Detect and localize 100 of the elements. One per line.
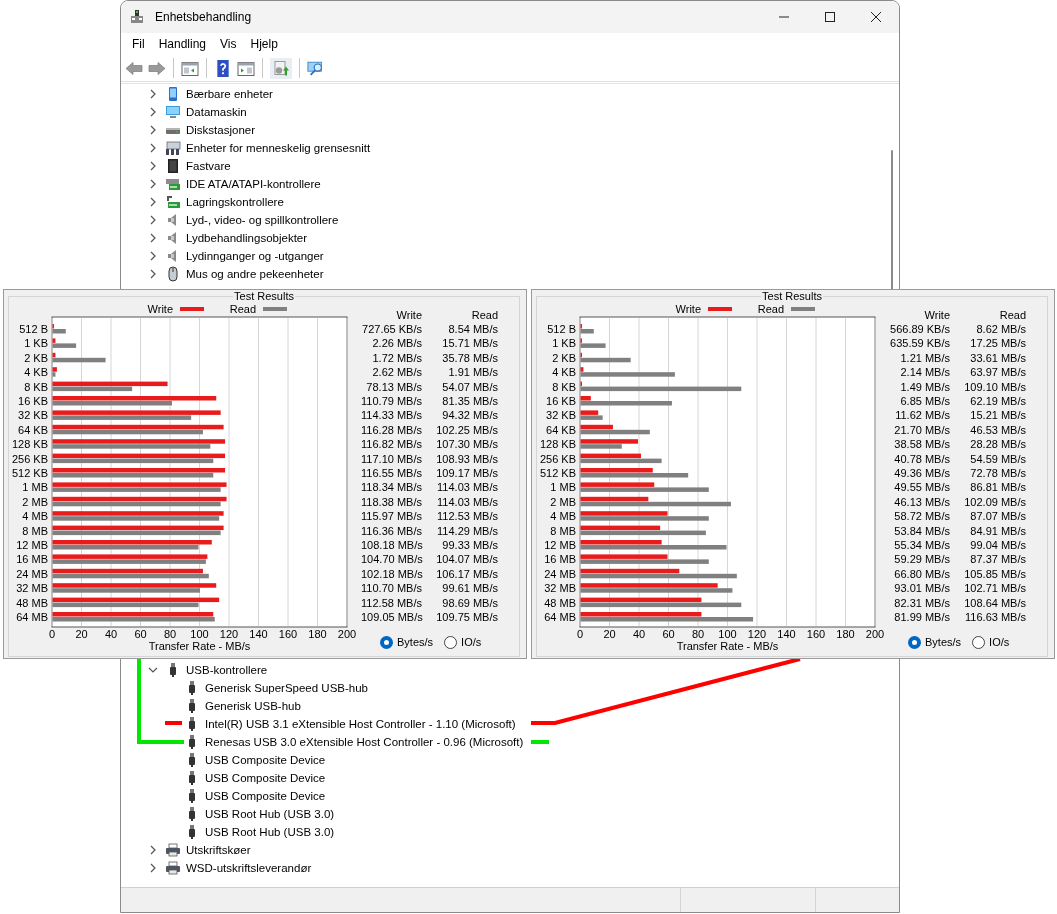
tree-item[interactable]: IDE ATA/ATAPI-kontrollere <box>186 178 321 190</box>
table-cell-text: 99.33 MB/s <box>441 538 498 552</box>
table-cell-text: 81.35 MB/s <box>441 395 498 409</box>
storage-controller-icon <box>165 194 181 210</box>
category-label: 4 KB <box>24 366 48 379</box>
radio-button[interactable]: IO/s <box>444 635 482 649</box>
table-cell-text: 78.13 MB/s <box>365 380 422 394</box>
tree-item[interactable]: USB Root Hub (USB 3.0) <box>205 826 335 838</box>
table-cell: 116.28 MB/s <box>361 423 422 437</box>
tick-label: 120 <box>747 628 767 640</box>
tree-item[interactable]: USB-kontrollere <box>186 664 268 676</box>
table-cell-text: 8.62 MB/s <box>975 323 1026 337</box>
legend-label: Read <box>757 303 784 315</box>
tree-item[interactable]: Generisk USB-hub <box>205 700 301 712</box>
category-label: 12 MB <box>544 539 576 551</box>
table-cell-text: 1.91 MB/s <box>447 366 498 380</box>
table-cell-text: 2.14 MB/s <box>899 366 950 380</box>
tree-item[interactable]: Lydbehandlingsobjekter <box>186 232 308 244</box>
table-cell-text: 99.61 MB/s <box>441 582 498 596</box>
tree-item[interactable]: Intel(R) USB 3.1 eXtensible Host Controller - 1.10 (Microsoft) <box>205 718 516 730</box>
tick-label: 180 <box>836 628 855 640</box>
tree-item[interactable]: Lydinnganger og -utganger <box>186 250 324 262</box>
table-cell-text: 109.17 MB/s <box>435 467 498 480</box>
tree-item[interactable]: Lagringskontrollere <box>186 196 284 208</box>
help-icon[interactable] <box>214 59 232 77</box>
tick-label: 80 <box>163 628 177 640</box>
tree-item[interactable]: WSD-utskriftsleverandør <box>186 862 312 874</box>
table-cell-text: 1.49 MB/s <box>899 380 950 394</box>
category-label: 64 MB <box>544 611 576 623</box>
table-cell-text: 102.09 MB/s <box>963 495 1026 509</box>
monitor-icon <box>165 104 181 120</box>
radio-button[interactable]: Bytes/s <box>380 635 434 649</box>
scrollbar-thumb[interactable] <box>891 150 893 290</box>
tree-item[interactable]: Lyd-, video- og spillkontrollere <box>186 214 339 226</box>
tick-label: 180 <box>308 628 327 640</box>
table-cell-text: 55.34 MB/s <box>893 538 950 552</box>
table-cell-text: 17.25 MB/s <box>969 337 1026 351</box>
tree-item[interactable]: Fastvare <box>186 160 231 172</box>
printer-icon <box>165 860 181 876</box>
controller-card-icon <box>165 176 181 192</box>
legend-label: Write <box>147 303 173 315</box>
tree-item[interactable]: Datamaskin <box>186 106 247 118</box>
table-cell: 566.89 KB/s <box>889 323 950 337</box>
category-label: 256 KB <box>11 452 48 465</box>
menu-item[interactable]: Vis <box>213 37 244 51</box>
tree-item[interactable]: Mus og andre pekeenheter <box>186 268 324 280</box>
table-cell-text: 58.72 MB/s <box>893 510 950 524</box>
tree-item[interactable]: Diskstasjoner <box>186 124 256 136</box>
radio-button[interactable]: IO/s <box>972 635 1010 649</box>
tick-label: 200 <box>337 628 357 640</box>
table-cell-text: 8.54 MB/s <box>447 323 498 337</box>
table-cell-text: 87.37 MB/s <box>969 553 1026 567</box>
table-cell-text: 109.10 MB/s <box>963 380 1026 394</box>
table-cell-text: 1.21 MB/s <box>899 351 950 365</box>
menu-item[interactable]: Handling <box>151 37 214 51</box>
mouse-icon <box>165 266 181 282</box>
legend-label: Write <box>675 303 701 315</box>
tree-item[interactable]: Bærbare enheter <box>186 88 273 100</box>
tick-label: 160 <box>278 628 298 640</box>
menu-item[interactable]: Fil <box>125 37 152 51</box>
category-label: 1 KB <box>552 337 576 350</box>
table-cell-text: 15.71 MB/s <box>441 337 498 351</box>
tick-label: 100 <box>190 628 209 640</box>
category-label: 128 KB <box>539 438 576 451</box>
scan-hardware-icon[interactable] <box>307 59 325 77</box>
tree-item[interactable]: Utskriftskøer <box>186 844 251 856</box>
table-cell-text: 38.58 MB/s <box>893 438 950 452</box>
table-cell-text: 72.78 MB/s <box>969 467 1026 480</box>
group-title: Test Results <box>761 290 823 303</box>
axis-title: Transfer Rate - MB/s <box>148 640 251 652</box>
menu-item[interactable]: Hjelp <box>243 37 285 51</box>
legend-swatch <box>180 307 204 311</box>
table-cell-text: 94.32 MB/s <box>441 409 498 423</box>
category-label: 64 MB <box>16 611 48 623</box>
tick-label: 0 <box>48 628 56 640</box>
tree-item[interactable]: Generisk SuperSpeed USB-hub <box>205 682 368 694</box>
action-pane-icon[interactable] <box>237 59 255 77</box>
category-label: 2 MB <box>550 495 576 508</box>
table-cell-text: 2.62 MB/s <box>371 366 422 380</box>
category-label: 8 MB <box>550 524 576 537</box>
table-cell: 116.82 MB/s <box>361 438 422 452</box>
category-label: 4 KB <box>552 366 576 379</box>
table-cell-text: 108.93 MB/s <box>435 452 498 466</box>
table-cell-text: 46.13 MB/s <box>893 495 950 509</box>
console-tree-icon[interactable] <box>181 59 199 77</box>
tree-item[interactable]: USB Root Hub (USB 3.0) <box>205 808 335 820</box>
update-driver-icon[interactable] <box>270 57 292 79</box>
category-label: 8 MB <box>22 524 48 537</box>
tree-item[interactable]: Enheter for menneskelig grensesnitt <box>186 142 371 154</box>
tree-item[interactable]: USB Composite Device <box>205 754 326 766</box>
category-label: 128 KB <box>11 438 48 451</box>
table-cell: 115.97 MB/s <box>361 510 422 524</box>
table-cell-text: 108.64 MB/s <box>963 596 1026 610</box>
radio-button[interactable]: Bytes/s <box>908 635 962 649</box>
group-title: Test Results <box>233 290 295 303</box>
tree-item[interactable]: USB Composite Device <box>205 790 326 802</box>
table-cell-text: 33.61 MB/s <box>969 351 1026 365</box>
table-cell-text: 87.07 MB/s <box>969 510 1026 524</box>
tree-item[interactable]: USB Composite Device <box>205 772 326 784</box>
tree-item[interactable]: Renesas USB 3.0 eXtensible Host Controller - 0.96 (Microsoft) <box>205 736 524 748</box>
